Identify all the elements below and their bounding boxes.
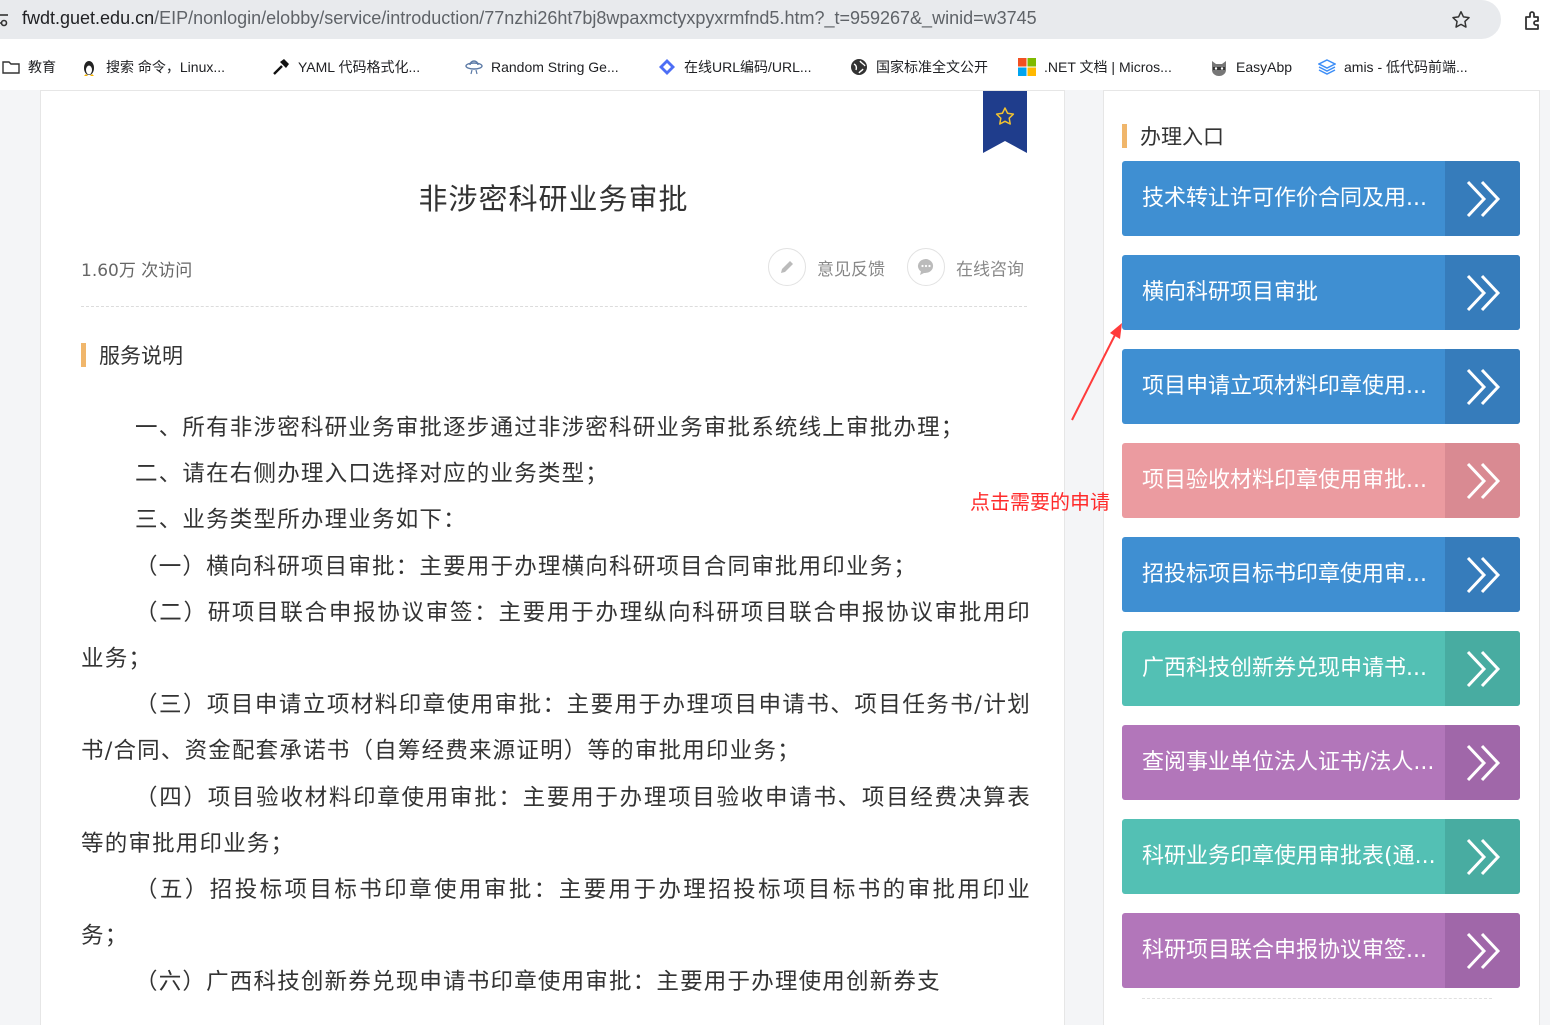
bookmark-label: .NET 文档 | Micros... [1044, 59, 1172, 75]
layers-icon [1318, 59, 1336, 75]
diamond-icon [659, 59, 675, 75]
double-chevron-right-icon [1445, 819, 1520, 894]
description-paragraph: 三、业务类型所办理业务如下： [135, 507, 467, 534]
folder-icon [2, 61, 20, 74]
double-chevron-right-icon [1445, 631, 1520, 706]
description-paragraph: （四）项目验收材料印章使用审批：主要用于办理项目验收申请书、项目经费决算表等的审… [81, 784, 1031, 857]
entry-label: 项目申请立项材料印章使用... [1142, 374, 1427, 399]
annotation-text: 点击需要的申请 [970, 490, 1110, 514]
entry-label: 项目验收材料印章使用审批... [1142, 468, 1427, 493]
bookmark-label: EasyAbp [1236, 59, 1293, 75]
service-entry-button[interactable]: 广西科技创新券兑现申请书... [1122, 631, 1520, 706]
browser-toolbar: fwdt.guet.edu.cn/EIP/nonlogin/elobby/ser… [0, 0, 1550, 42]
site-info-icon[interactable] [0, 9, 8, 29]
description-paragraph: （一）横向科研项目审批：主要用于办理横向科研项目合同审批用印业务； [135, 553, 918, 580]
globe-icon [851, 59, 867, 75]
chat-icon [907, 248, 945, 286]
service-entry-button[interactable]: 招投标项目标书印章使用审... [1122, 537, 1520, 612]
bookmark-easyabp[interactable]: EasyAbp [1210, 56, 1292, 78]
annotation-arrow-icon [1071, 323, 1122, 421]
description-paragraph: （二）研项目联合申报协议审签：主要用于办理纵向科研项目联合申报协议审批用印业务； [81, 599, 1031, 673]
section-heading: 服务说明 [81, 343, 183, 368]
service-entry-button[interactable]: 横向科研项目审批 [1122, 255, 1520, 330]
consult-label: 在线咨询 [956, 259, 1024, 280]
double-chevron-right-icon [1445, 913, 1520, 988]
service-entry-panel: 办理入口 技术转让许可作价合同及用... 横向科研项目审批项目申请立项材料印章使用… [1103, 90, 1540, 1025]
header-divider [81, 306, 1027, 307]
favorite-ribbon[interactable] [983, 91, 1027, 153]
raccoon-icon [1212, 61, 1226, 76]
bookmark-url-encoder[interactable]: 在线URL编码/URL... [658, 56, 812, 78]
bookmark-label: Random String Ge... [491, 59, 619, 75]
bookmark-amis[interactable]: amis - 低代码前端... [1318, 56, 1468, 78]
double-chevron-right-icon [1445, 255, 1520, 330]
bookmark-dotnet-docs[interactable]: .NET 文档 | Micros... [1018, 56, 1172, 78]
bookmark-folder-education[interactable]: 教育 [2, 56, 56, 78]
bookmark-label: 国家标准全文公开 [876, 59, 988, 75]
double-chevron-right-icon [1445, 161, 1520, 236]
panel-bottom-divider [1142, 998, 1492, 999]
service-introduction-card: 非涉密科研业务审批 1.60万 次访问 意见反馈 在线咨询 服务说明 一、所有非… [40, 90, 1065, 1025]
service-entry-button[interactable]: 科研业务印章使用审批表(通... [1122, 819, 1520, 894]
bookmark-random-string[interactable]: Random String Ge... [465, 56, 619, 78]
service-entry-button[interactable]: 查阅事业单位法人证书/法人... [1122, 725, 1520, 800]
bookmarks-bar: 教育 搜索 命令，Linux... YAML 代码格式化... Random S… [0, 42, 1550, 90]
section-title: 服务说明 [99, 344, 183, 368]
entry-label: 技术转让许可作价合同及用... [1142, 186, 1427, 211]
bookmark-label: 教育 [28, 59, 56, 75]
bookmark-yaml-formatter[interactable]: YAML 代码格式化... [272, 56, 420, 78]
ufo-icon [465, 60, 483, 75]
description-paragraph: （六）广西科技创新券兑现申请书印章使用审批：主要用于办理使用创新券支 [135, 969, 941, 996]
entry-label: 查阅事业单位法人证书/法人... [1142, 750, 1435, 775]
penguin-icon [84, 61, 94, 76]
entry-panel-title: 办理入口 [1140, 125, 1224, 149]
service-description: 一、所有非涉密科研业务审批逐步通过非涉密科研业务审批系统线上审批办理； 二、请在… [81, 405, 1031, 1006]
double-chevron-right-icon [1445, 537, 1520, 612]
double-chevron-right-icon [1445, 725, 1520, 800]
bookmark-label: 搜索 命令，Linux... [106, 59, 226, 75]
consult-button[interactable]: 在线咨询 [907, 248, 1024, 286]
section-accent-bar [81, 343, 86, 367]
description-paragraph: 二、请在右侧办理入口选择对应的业务类型； [135, 461, 610, 488]
windows-icon [1018, 58, 1036, 76]
bookmark-linux-search[interactable]: 搜索 命令，Linux... [80, 56, 225, 78]
entry-label: 科研业务印章使用审批表(通... [1142, 844, 1436, 869]
bookmark-national-standards[interactable]: 国家标准全文公开 [850, 56, 988, 78]
entry-heading: 办理入口 [1122, 124, 1224, 149]
pencil-icon [768, 248, 806, 286]
double-chevron-right-icon [1445, 443, 1520, 518]
bookmark-star-icon[interactable] [1450, 9, 1472, 31]
feedback-label: 意见反馈 [817, 259, 885, 280]
description-paragraph: （五）招投标项目标书印章使用审批：主要用于办理招投标项目标书的审批用印业务； [81, 877, 1031, 950]
service-entry-button[interactable]: 项目验收材料印章使用审批... [1122, 443, 1520, 518]
url-host: fwdt.guet.edu.cn [22, 8, 155, 28]
service-entry-button[interactable]: 科研项目联合申报协议审签... [1122, 913, 1520, 988]
service-entry-button[interactable]: 项目申请立项材料印章使用... [1122, 349, 1520, 424]
service-entry-button[interactable]: 技术转让许可作价合同及用... [1122, 161, 1520, 236]
feedback-button[interactable]: 意见反馈 [768, 248, 885, 286]
hammer-icon [273, 59, 289, 75]
bookmark-label: 在线URL编码/URL... [684, 59, 812, 75]
double-chevron-right-icon [1445, 349, 1520, 424]
entry-label: 科研项目联合申报协议审签... [1142, 938, 1427, 963]
page-title: 非涉密科研业务审批 [418, 182, 689, 216]
bookmark-label: amis - 低代码前端... [1344, 59, 1468, 75]
section-accent-bar [1122, 124, 1127, 148]
entry-label: 横向科研项目审批 [1142, 280, 1319, 305]
entry-label: 招投标项目标书印章使用审... [1142, 562, 1427, 587]
visit-count: 1.60万 次访问 [81, 261, 193, 281]
bookmark-label: YAML 代码格式化... [298, 59, 421, 75]
extensions-icon[interactable] [1522, 8, 1546, 32]
url-path: /EIP/nonlogin/elobby/service/introductio… [154, 8, 1037, 28]
url-text[interactable]: fwdt.guet.edu.cn/EIP/nonlogin/elobby/ser… [22, 8, 1037, 29]
address-bar[interactable]: fwdt.guet.edu.cn/EIP/nonlogin/elobby/ser… [0, 0, 1501, 39]
description-paragraph: 一、所有非涉密科研业务审批逐步通过非涉密科研业务审批系统线上审批办理； [135, 415, 965, 441]
entry-label: 广西科技创新券兑现申请书... [1142, 656, 1427, 681]
description-paragraph: （三）项目申请立项材料印章使用审批：主要用于办理项目申请书、项目任务书/计划书/… [81, 692, 1031, 765]
